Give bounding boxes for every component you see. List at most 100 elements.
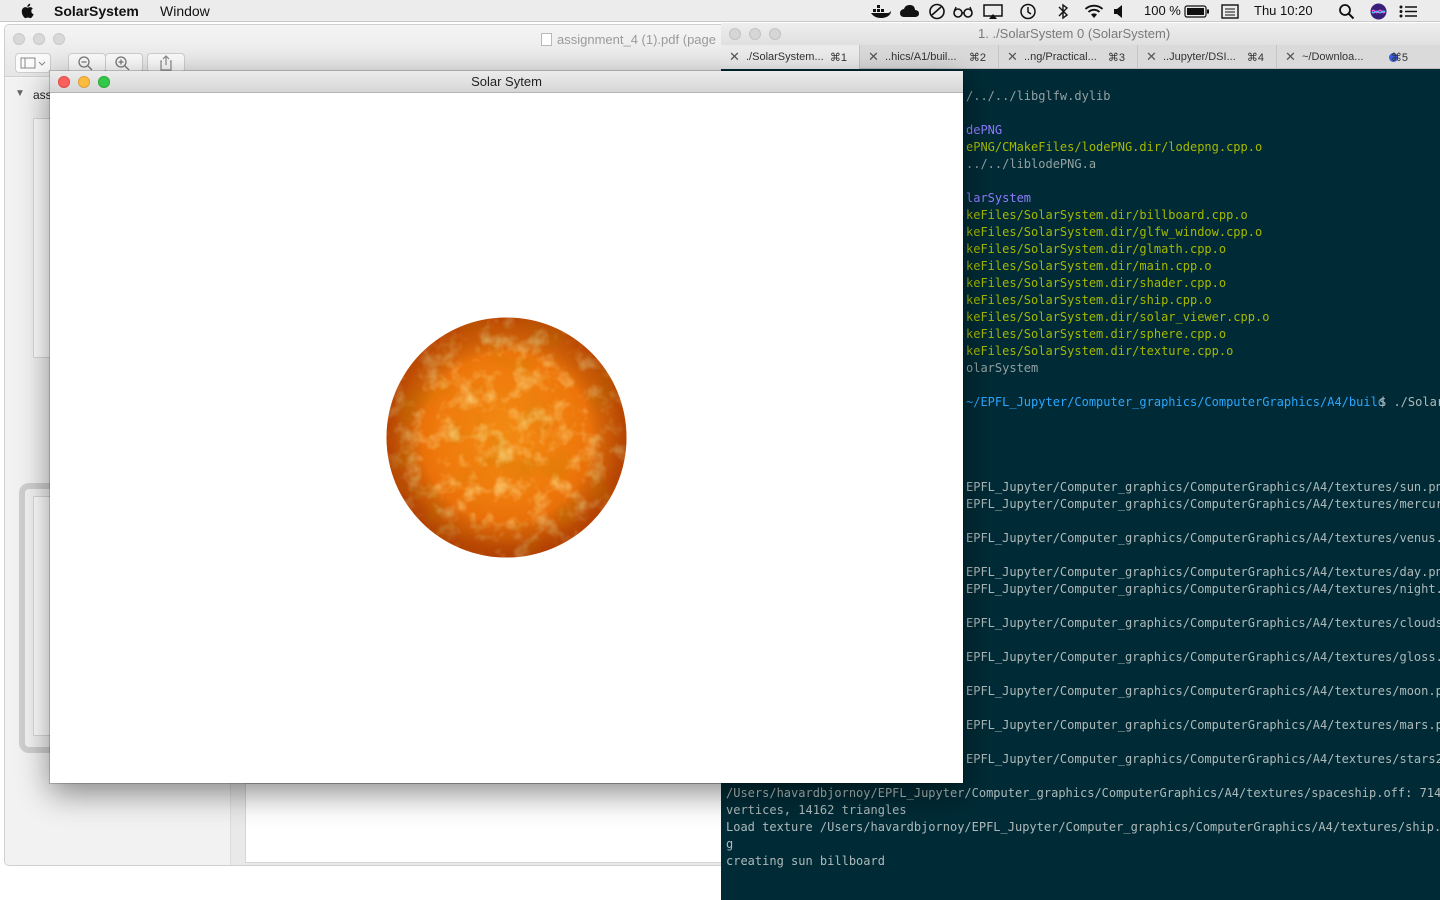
window-menu[interactable]: Window bbox=[160, 3, 210, 19]
terminal-line: g bbox=[726, 837, 734, 851]
app-menu[interactable]: SolarSystem bbox=[54, 3, 139, 19]
terminal-line: ../../liblodePNG.a bbox=[966, 157, 1097, 171]
clock[interactable]: Thu 10:20 bbox=[1254, 3, 1313, 18]
terminal-line: keFiles/SolarSystem.dir/texture.cpp.o bbox=[966, 344, 1234, 358]
terminal-line: keFiles/SolarSystem.dir/sphere.cpp.o bbox=[966, 327, 1227, 341]
tab-label: ~/Downloa... bbox=[1302, 51, 1364, 63]
close-button[interactable] bbox=[13, 33, 25, 45]
spotlight-icon[interactable] bbox=[1338, 3, 1355, 20]
close-tab-icon[interactable]: ✕ bbox=[729, 49, 740, 65]
terminal-line: EPFL_Jupyter/Computer_graphics/ComputerG… bbox=[966, 480, 1440, 494]
sun-sphere[interactable] bbox=[386, 317, 627, 558]
pdf-page[interactable] bbox=[245, 783, 743, 863]
preview-title: assignment_4 (1).pdf (page bbox=[557, 32, 716, 47]
terminal-line: larSystem bbox=[966, 191, 1032, 205]
minimize-button[interactable] bbox=[33, 33, 45, 45]
terminal-line: keFiles/SolarSystem.dir/main.cpp.o bbox=[966, 259, 1212, 273]
tab-label: ./SolarSystem... bbox=[746, 51, 824, 63]
terminal-title: 1. ./SolarSystem 0 (SolarSystem) bbox=[978, 26, 1171, 41]
close-tab-icon[interactable]: ✕ bbox=[1146, 49, 1157, 65]
apple-icon[interactable] bbox=[20, 2, 36, 19]
terminal-tab[interactable]: ✕ ..ng/Practical... ⌘3 bbox=[999, 45, 1138, 69]
terminal-line: keFiles/SolarSystem.dir/glmath.cpp.o bbox=[966, 242, 1227, 256]
disclosure-triangle-icon[interactable]: ▼ bbox=[15, 88, 25, 99]
sidebar-document-label[interactable]: ass bbox=[33, 88, 52, 102]
tab-shortcut: ⌘5 bbox=[1390, 52, 1408, 64]
tab-shortcut: ⌘1 bbox=[829, 52, 847, 64]
terminal-tab[interactable]: ✕ ./SolarSystem... ⌘1 bbox=[721, 45, 860, 69]
tab-shortcut: ⌘4 bbox=[1246, 52, 1264, 64]
prompt-command: $ ./Solar bbox=[1379, 395, 1440, 409]
glasses-icon[interactable] bbox=[952, 3, 974, 20]
zoom-in-icon bbox=[115, 56, 130, 71]
terminal-titlebar: 1. ./SolarSystem 0 (SolarSystem) bbox=[721, 23, 1440, 45]
bluetooth-icon[interactable] bbox=[1056, 3, 1070, 20]
sidebar-toggle-button[interactable] bbox=[15, 53, 51, 73]
sidebar-icon bbox=[20, 57, 46, 69]
terminal-line: /Users/havardbjornoy/EPFL_Jupyter/Comput… bbox=[726, 786, 1440, 800]
terminal-line: dePNG bbox=[966, 123, 1003, 137]
terminal-line: EPFL_Jupyter/Computer_graphics/ComputerG… bbox=[966, 718, 1440, 732]
zoom-out-button[interactable] bbox=[68, 53, 106, 73]
tab-label: ..ng/Practical... bbox=[1024, 51, 1097, 63]
terminal-line: keFiles/SolarSystem.dir/shader.cpp.o bbox=[966, 276, 1227, 290]
terminal-line: keFiles/SolarSystem.dir/billboard.cpp.o bbox=[966, 208, 1248, 222]
volume-icon[interactable] bbox=[1112, 3, 1128, 20]
terminal-line: EPFL_Jupyter/Computer_graphics/ComputerG… bbox=[966, 497, 1440, 511]
terminal-tab[interactable]: ✕ ..hics/A1/buil... ⌘2 bbox=[860, 45, 999, 69]
close-tab-icon[interactable]: ✕ bbox=[1285, 49, 1296, 65]
terminal-line: keFiles/SolarSystem.dir/solar_viewer.cpp… bbox=[966, 310, 1270, 324]
share-button[interactable] bbox=[147, 53, 185, 73]
solar-system-window: Solar Sytem bbox=[50, 71, 963, 783]
notification-center-icon[interactable] bbox=[1398, 3, 1418, 20]
tab-label: ..hics/A1/buil... bbox=[885, 51, 957, 63]
terminal-line: ePNG/CMakeFiles/lodePNG.dir/lodepng.cpp.… bbox=[966, 140, 1263, 154]
menu-bar: SolarSystem Window 100 % Thu 10:20 bbox=[0, 0, 1440, 22]
terminal-line: /../../libglfw.dylib bbox=[966, 89, 1111, 103]
terminal-line: EPFL_Jupyter/Computer_graphics/ComputerG… bbox=[966, 650, 1440, 664]
close-tab-icon[interactable]: ✕ bbox=[1007, 49, 1018, 65]
terminal-line: EPFL_Jupyter/Computer_graphics/ComputerG… bbox=[966, 684, 1440, 698]
terminal-line: EPFL_Jupyter/Computer_graphics/ComputerG… bbox=[966, 531, 1440, 545]
battery-icon[interactable] bbox=[1184, 3, 1210, 20]
terminal-line: EPFL_Jupyter/Computer_graphics/ComputerG… bbox=[966, 752, 1440, 766]
input-source-icon[interactable] bbox=[1221, 3, 1239, 20]
siri-icon[interactable] bbox=[1370, 3, 1387, 20]
prompt-path: ~/EPFL_Jupyter/Computer_graphics/Compute… bbox=[966, 395, 1386, 409]
terminal-tab-bar: ✕ ./SolarSystem... ⌘1 ✕ ..hics/A1/buil..… bbox=[721, 45, 1440, 69]
minimize-button[interactable] bbox=[749, 28, 761, 40]
docker-icon[interactable] bbox=[870, 3, 892, 20]
terminal-tab[interactable]: ✕ ~/Downloa... ⌘5 bbox=[1277, 45, 1416, 69]
zoom-in-button[interactable] bbox=[105, 53, 143, 73]
terminal-line: EPFL_Jupyter/Computer_graphics/ComputerG… bbox=[966, 616, 1440, 630]
share-icon bbox=[160, 55, 172, 71]
tab-shortcut: ⌘2 bbox=[968, 52, 986, 64]
battery-percent: 100 % bbox=[1144, 3, 1181, 18]
terminal-tab[interactable]: ✕ ..Jupyter/DSI... ⌘4 bbox=[1138, 45, 1277, 69]
solar-titlebar[interactable]: Solar Sytem bbox=[50, 71, 963, 93]
terminal-line: creating sun billboard bbox=[726, 854, 885, 868]
zoom-button[interactable] bbox=[53, 33, 65, 45]
close-button[interactable] bbox=[729, 28, 741, 40]
terminal-line: EPFL_Jupyter/Computer_graphics/ComputerG… bbox=[966, 582, 1440, 596]
time-machine-icon[interactable] bbox=[1018, 3, 1038, 20]
terminal-line: keFiles/SolarSystem.dir/glfw_window.cpp.… bbox=[966, 225, 1263, 239]
terminal-line: olarSystem bbox=[966, 361, 1039, 375]
zoom-button[interactable] bbox=[769, 28, 781, 40]
terminal-line: EPFL_Jupyter/Computer_graphics/ComputerG… bbox=[966, 565, 1440, 579]
terminal-line: keFiles/SolarSystem.dir/ship.cpp.o bbox=[966, 293, 1212, 307]
window-title: Solar Sytem bbox=[471, 74, 542, 89]
wifi-icon[interactable] bbox=[1083, 3, 1105, 20]
cloud-icon[interactable] bbox=[899, 3, 921, 20]
airplay-icon[interactable] bbox=[982, 3, 1004, 20]
close-tab-icon[interactable]: ✕ bbox=[868, 49, 879, 65]
terminal-line: vertices, 14162 triangles bbox=[726, 803, 907, 817]
tab-label: ..Jupyter/DSI... bbox=[1163, 51, 1236, 63]
preview-titlebar: assignment_4 (1).pdf (page bbox=[5, 25, 743, 77]
terminal-line: Load texture /Users/havardbjornoy/EPFL_J… bbox=[726, 820, 1440, 834]
opengl-viewport[interactable] bbox=[50, 93, 963, 783]
zoom-out-icon bbox=[78, 56, 93, 71]
pdf-document-icon bbox=[541, 33, 552, 46]
sync-icon[interactable] bbox=[928, 3, 946, 20]
tab-shortcut: ⌘3 bbox=[1107, 52, 1125, 64]
